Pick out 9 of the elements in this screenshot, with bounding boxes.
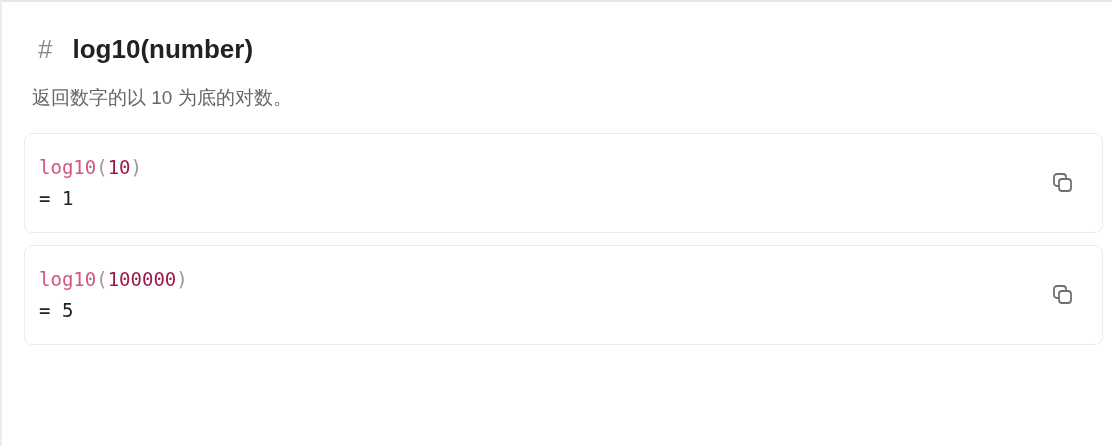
- copy-icon[interactable]: [1052, 284, 1074, 306]
- function-title: log10(number): [72, 34, 254, 65]
- result-line: = 1: [39, 186, 75, 211]
- description: 返回数字的以 10 为底的对数。: [32, 86, 293, 110]
- anchor-mark: #: [38, 34, 53, 65]
- code-line: log10(10): [39, 155, 142, 180]
- copy-icon[interactable]: [1052, 172, 1074, 194]
- code-line: log10(100000): [39, 267, 188, 292]
- result-line: = 5: [39, 298, 75, 323]
